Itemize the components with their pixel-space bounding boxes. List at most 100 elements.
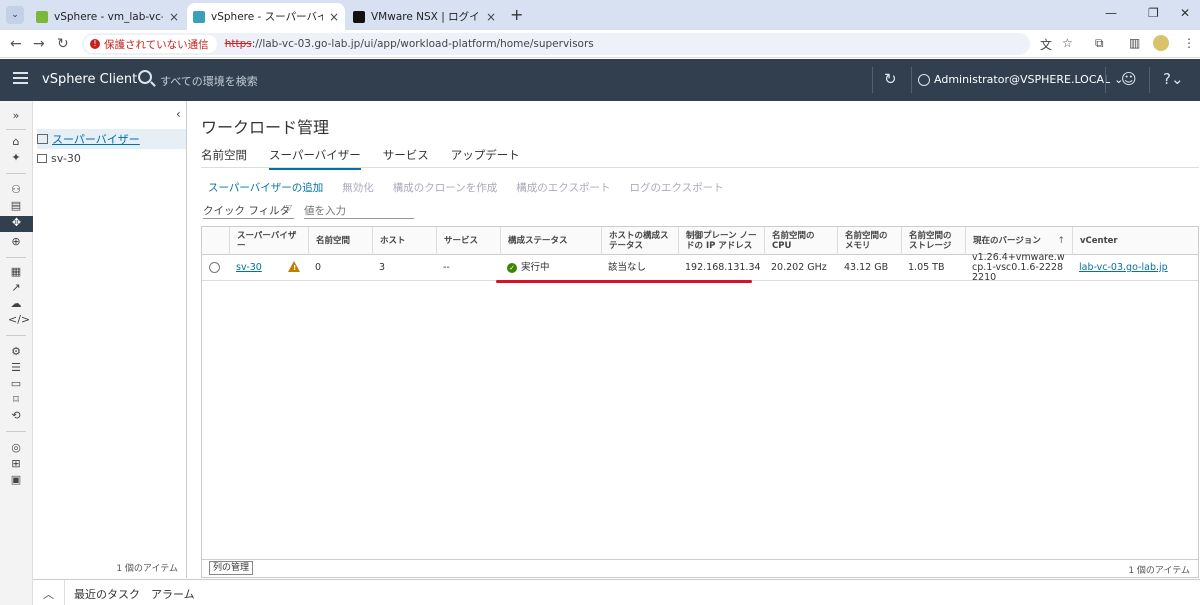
cell-host-config-status: 該当なし bbox=[608, 262, 647, 273]
developer-center-icon[interactable]: </> bbox=[8, 313, 30, 327]
workload-management-icon[interactable]: ✥ bbox=[0, 216, 33, 232]
shortcuts-icon[interactable]: ✦ bbox=[8, 151, 24, 165]
tree-node-supervisors[interactable]: スーパーバイザー bbox=[37, 129, 186, 149]
nsx-favicon-icon bbox=[353, 10, 365, 23]
browser-tab-nsx[interactable]: VMware NSX | ログイン × bbox=[347, 3, 502, 30]
administration-icon[interactable]: ⚙ bbox=[8, 345, 24, 359]
rail-divider bbox=[6, 335, 26, 336]
table-row[interactable]: sv-30 ! 0 3 -- ✓ 実行中 該当なし 192.168.131.34… bbox=[202, 253, 1198, 283]
alarms-tab[interactable]: アラーム bbox=[151, 586, 195, 602]
extensions-icon[interactable]: ⧉ bbox=[1095, 36, 1104, 51]
tabs-divider bbox=[201, 167, 1199, 168]
tab-title: vSphere - スーパーバイザー bbox=[211, 11, 323, 23]
expand-rail-icon[interactable]: » bbox=[8, 109, 24, 123]
recent-tasks-tab[interactable]: 最近のタスク bbox=[74, 586, 140, 602]
minimize-icon[interactable]: — bbox=[1105, 6, 1117, 20]
maximize-icon[interactable]: ❐ bbox=[1148, 6, 1159, 20]
tasks-icon[interactable]: ☰ bbox=[8, 361, 24, 375]
main-content: ワークロード管理 名前空間 スーパーバイザー サービス アップデート スーパーバ… bbox=[188, 101, 1200, 578]
back-arrow-icon[interactable]: ← bbox=[10, 36, 22, 52]
export-config-button[interactable]: 構成のエクスポート bbox=[516, 180, 610, 195]
forward-arrow-icon[interactable]: → bbox=[33, 36, 45, 52]
cell-config-status: ✓ 実行中 bbox=[500, 255, 601, 281]
url-omnibox[interactable]: ! 保護されていない通信 https ://lab-vc-03.go-lab.j… bbox=[82, 33, 1030, 55]
filter-value-input[interactable] bbox=[304, 203, 414, 219]
export-logs-button[interactable]: ログのエクスポート bbox=[629, 180, 723, 195]
translate-icon[interactable]: 文 bbox=[1040, 36, 1052, 53]
rail-divider bbox=[6, 431, 26, 432]
cloud-provider-icon[interactable]: ◎ bbox=[8, 441, 24, 455]
supervisors-datagrid: スーパーバイザー 名前空間 ホスト サービス 構成ステータス ホストの構成ステー… bbox=[201, 226, 1199, 578]
cell-hosts: 3 bbox=[379, 262, 386, 273]
chevron-up-icon[interactable]: ︿ bbox=[43, 586, 54, 602]
manage-columns-button[interactable]: 列の管理 bbox=[209, 561, 254, 575]
header-divider bbox=[1149, 67, 1150, 93]
column-header-hosts[interactable]: ホスト bbox=[372, 227, 436, 255]
supervisor-link[interactable]: sv-30 bbox=[236, 263, 262, 273]
warning-icon: ! bbox=[90, 39, 100, 49]
browser-tab-vsphere-vm[interactable]: vSphere - vm_lab-vc-03 - 仮想マ × bbox=[30, 3, 185, 30]
clipboard-icon[interactable]: ▣ bbox=[8, 473, 24, 487]
hamburger-menu-icon[interactable] bbox=[13, 72, 28, 85]
add-supervisor-button[interactable]: スーパーバイザーの追加 bbox=[208, 180, 323, 195]
header-divider bbox=[872, 67, 873, 93]
column-header-namespaces[interactable]: 名前空間 bbox=[308, 227, 372, 255]
rail-divider bbox=[6, 173, 26, 174]
tags-icon[interactable]: ⌑ bbox=[8, 393, 24, 407]
column-header-namespace-memory[interactable]: 名前空間のメモリ bbox=[837, 227, 901, 255]
column-header-namespace-storage[interactable]: 名前空間のストレージ bbox=[901, 227, 965, 255]
search-icon[interactable] bbox=[138, 70, 152, 84]
auto-deploy-icon[interactable]: ↗ bbox=[8, 281, 24, 295]
refresh-icon[interactable]: ↻ bbox=[884, 70, 897, 88]
reload-icon[interactable]: ↻ bbox=[57, 36, 69, 52]
close-icon[interactable]: × bbox=[169, 10, 179, 24]
column-header-namespace-cpu[interactable]: 名前空間の CPU bbox=[764, 227, 837, 255]
help-icon[interactable]: ?⌄ bbox=[1163, 70, 1184, 88]
plugins-icon[interactable]: ⊞ bbox=[8, 457, 24, 471]
column-header-supervisor[interactable]: スーパーバイザー bbox=[229, 227, 308, 255]
inventory-icon[interactable]: ⚇ bbox=[8, 183, 24, 197]
column-header-vcenter[interactable]: vCenter bbox=[1072, 227, 1198, 255]
lifecycle-icon[interactable]: ⟲ bbox=[8, 409, 24, 423]
column-header-config-status[interactable]: 構成ステータス bbox=[500, 227, 601, 255]
collapse-panel-icon[interactable]: ‹ bbox=[176, 107, 181, 121]
profile-avatar[interactable] bbox=[1153, 35, 1169, 51]
column-header-current-version[interactable]: 現在のバージョン ↑ bbox=[965, 227, 1072, 255]
warning-icon[interactable]: ! bbox=[288, 261, 300, 272]
global-search-input[interactable]: すべての環境を検索 bbox=[160, 73, 258, 89]
policies-icon[interactable]: ▦ bbox=[8, 265, 24, 279]
browser-menu-icon[interactable]: ⋮ bbox=[1183, 36, 1195, 50]
content-library-icon[interactable]: ▤ bbox=[8, 199, 24, 213]
user-menu[interactable]: Administrator@VSPHERE.LOCAL ⌄ bbox=[918, 73, 1123, 86]
cell-namespace-cpu: 20.202 GHz bbox=[771, 262, 827, 273]
tree-node-sv-30[interactable]: sv-30 bbox=[37, 152, 81, 165]
url-path: ://lab-vc-03.go-lab.jp/ui/app/workload-p… bbox=[251, 38, 594, 50]
events-icon[interactable]: ▭ bbox=[8, 377, 24, 391]
browser-tab-strip: ⌄ vSphere - vm_lab-vc-03 - 仮想マ × vSphere… bbox=[0, 0, 1200, 30]
clone-config-button[interactable]: 構成のクローンを作成 bbox=[393, 180, 497, 195]
security-warning-chip[interactable]: ! 保護されていない通信 bbox=[84, 35, 217, 53]
column-header-services[interactable]: サービス bbox=[436, 227, 500, 255]
column-header-host-config-status[interactable]: ホストの構成ステータス bbox=[601, 227, 678, 255]
sort-ascending-icon[interactable]: ↑ bbox=[1057, 236, 1065, 246]
close-icon[interactable]: × bbox=[329, 10, 339, 24]
page-title: ワークロード管理 bbox=[201, 118, 330, 137]
new-tab-button[interactable]: + bbox=[510, 5, 523, 24]
global-inventory-icon[interactable]: ⊕ bbox=[8, 235, 24, 249]
row-select-radio[interactable] bbox=[209, 262, 220, 273]
navigator-item-count: 1 個のアイテム bbox=[116, 564, 178, 574]
browser-tab-supervisor[interactable]: vSphere - スーパーバイザー × bbox=[187, 3, 345, 30]
quick-filter-select[interactable]: クイック フィルタ ▽ bbox=[203, 203, 294, 219]
tab-search-button[interactable]: ⌄ bbox=[6, 6, 24, 24]
side-panel-icon[interactable]: ▥ bbox=[1129, 36, 1140, 50]
close-icon[interactable]: × bbox=[486, 10, 496, 24]
bookmark-star-icon[interactable]: ☆ bbox=[1062, 36, 1073, 50]
window-close-icon[interactable]: ✕ bbox=[1180, 6, 1190, 20]
hybrid-cloud-icon[interactable]: ☁ bbox=[8, 297, 24, 311]
feedback-smiley-icon[interactable]: ☺ bbox=[1121, 70, 1137, 88]
home-icon[interactable]: ⌂ bbox=[8, 135, 24, 149]
column-header-control-plane-ip[interactable]: 制御プレーン ノードの IP アドレス bbox=[678, 227, 764, 255]
disable-button[interactable]: 無効化 bbox=[342, 180, 374, 195]
vcenter-link[interactable]: lab-vc-03.go-lab.jp bbox=[1079, 263, 1168, 273]
url-scheme: https bbox=[224, 38, 252, 50]
